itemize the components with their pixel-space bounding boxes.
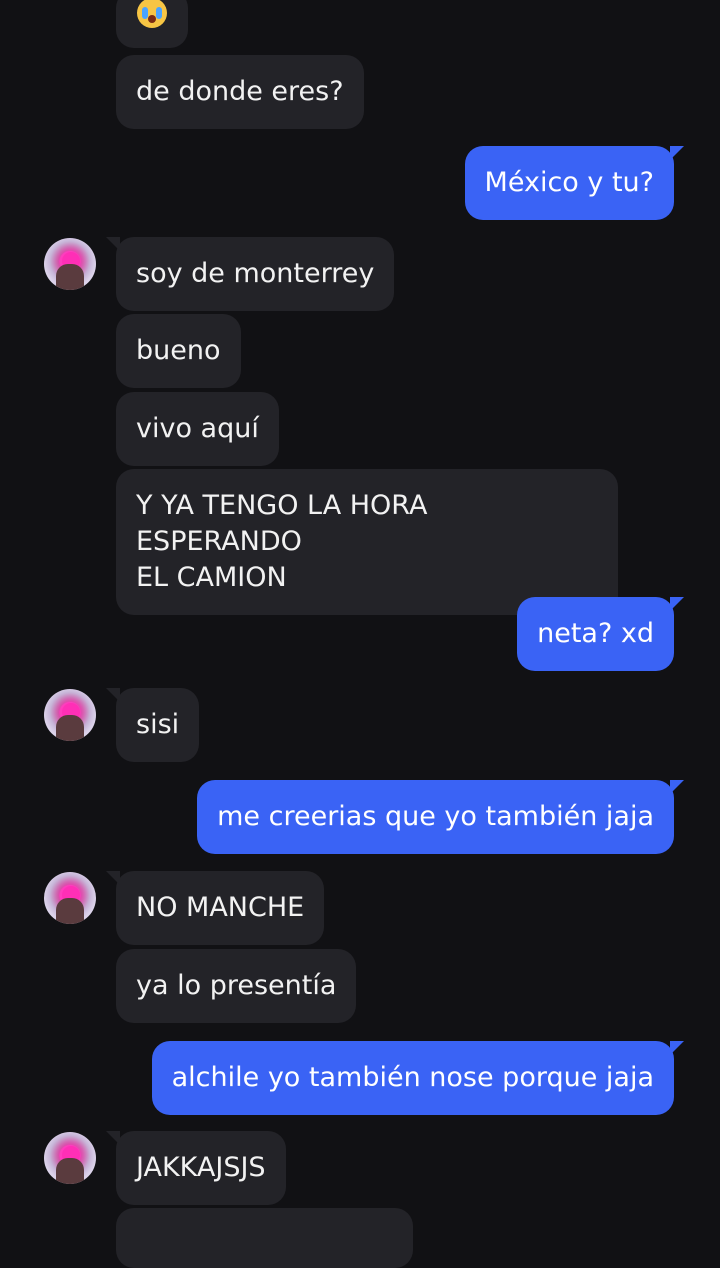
message-incoming[interactable]: NO MANCHE	[105, 871, 325, 945]
contact-avatar[interactable]	[44, 1132, 96, 1184]
message-incoming[interactable]: de donde eres?	[116, 55, 364, 129]
message-outgoing[interactable]: neta? xd	[517, 597, 684, 671]
message-incoming[interactable]: JAKKAJSJS	[106, 1131, 286, 1205]
contact-avatar[interactable]	[44, 238, 96, 290]
message-incoming[interactable]: Y YA TENGO LA HORA ESPERANDO EL CAMION	[116, 469, 618, 615]
chat-thread[interactable]: de donde eres? México y tu? soy de monte…	[0, 0, 720, 1268]
message-outgoing[interactable]: me creerias que yo también jaja	[197, 780, 684, 854]
message-outgoing[interactable]: México y tu?	[464, 146, 685, 220]
message-incoming[interactable]: ya lo presentía	[116, 949, 357, 1023]
message-incoming[interactable]: sisi	[105, 688, 200, 762]
message-incoming[interactable]: soy de monterrey	[105, 237, 395, 311]
message-incoming[interactable]: bueno	[116, 314, 241, 388]
message-incoming-emoji[interactable]	[116, 0, 188, 48]
message-outgoing[interactable]: alchile yo también nose porque jaja	[151, 1041, 685, 1115]
message-incoming[interactable]: vivo aquí	[116, 392, 279, 466]
contact-avatar[interactable]	[44, 872, 96, 924]
crying-face-icon	[137, 0, 167, 28]
message-incoming-partial[interactable]	[116, 1208, 413, 1268]
contact-avatar[interactable]	[44, 689, 96, 741]
